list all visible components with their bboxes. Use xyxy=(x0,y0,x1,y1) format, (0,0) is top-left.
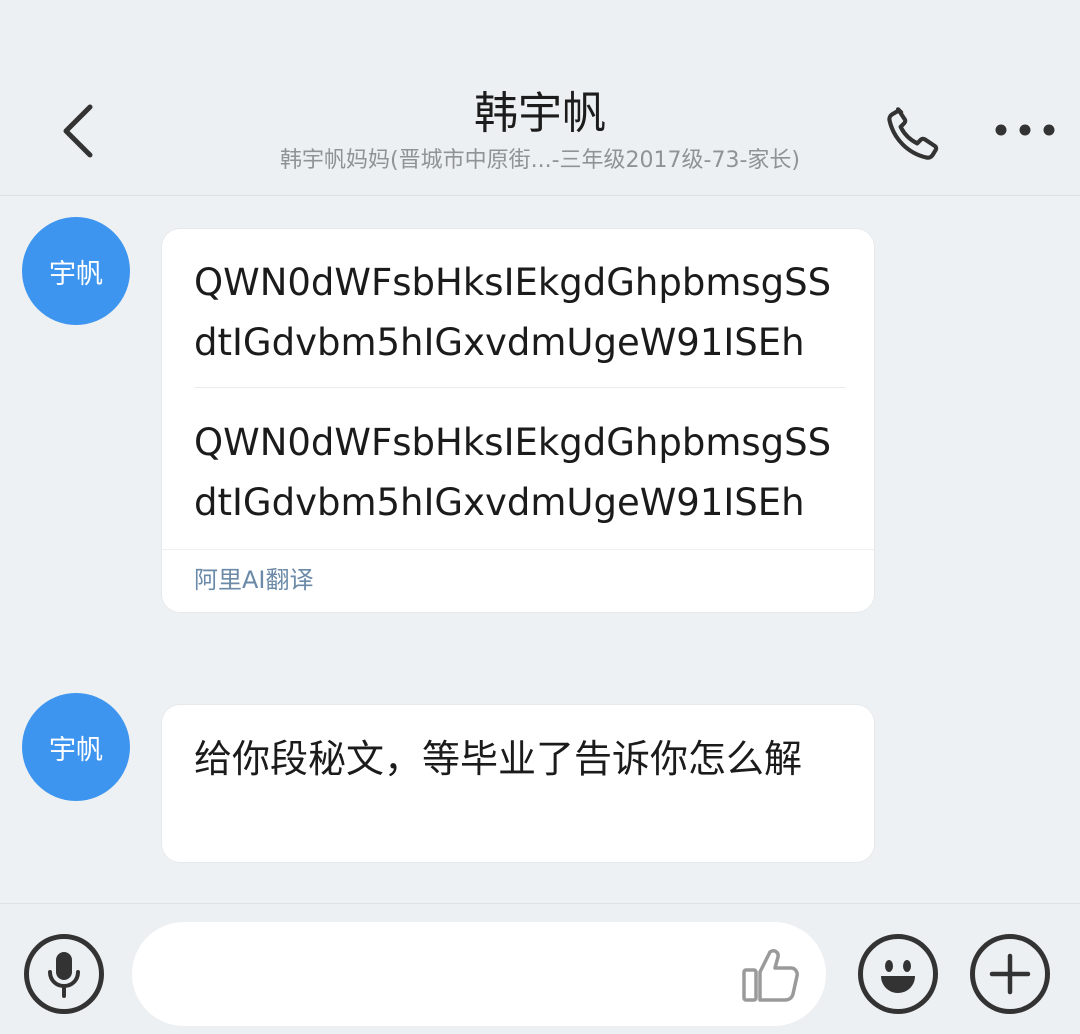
phone-icon xyxy=(887,107,939,160)
message-bubble[interactable]: 给你段秘文，等毕业了告诉你怎么解 xyxy=(162,705,874,862)
more-actions-button[interactable] xyxy=(970,934,1050,1014)
microphone-icon xyxy=(48,952,80,998)
message-text: 给你段秘文，等毕业了告诉你怎么解 xyxy=(194,737,803,781)
chat-header: 韩宇帆 韩宇帆妈妈(晋城市中原街...-三年级2017级-73-家长) xyxy=(0,0,1080,196)
smiley-icon xyxy=(881,960,915,993)
avatar[interactable]: 宇帆 xyxy=(22,693,130,801)
message-input[interactable] xyxy=(132,922,826,1026)
message-bubble[interactable]: QWN0dWFsbHksIEkgdGhpbmsgSSdtIGdvbm5hIGxv… xyxy=(162,229,874,612)
plus-icon xyxy=(989,953,1031,995)
divider xyxy=(194,387,846,388)
translation-source-link[interactable]: 阿里AI翻译 xyxy=(194,563,314,597)
more-horizontal-icon xyxy=(995,124,1055,136)
divider xyxy=(162,549,874,550)
message-text: QWN0dWFsbHksIEkgdGhpbmsgSSdtIGdvbm5hIGxv… xyxy=(194,261,832,364)
voice-button[interactable] xyxy=(24,934,104,1014)
input-bar xyxy=(0,903,1080,1034)
more-button[interactable] xyxy=(986,104,1064,156)
thumbs-up-icon xyxy=(742,949,799,1002)
avatar[interactable]: 宇帆 xyxy=(22,217,130,325)
emoji-button[interactable] xyxy=(858,934,938,1014)
chat-screen: 韩宇帆 韩宇帆妈妈(晋城市中原街...-三年级2017级-73-家长) 宇帆 Q… xyxy=(0,0,1080,1034)
call-button[interactable] xyxy=(876,98,948,166)
translated-text: QWN0dWFsbHksIEkgdGhpbmsgSSdtIGdvbm5hIGxv… xyxy=(194,421,832,524)
like-button[interactable] xyxy=(738,942,804,1008)
